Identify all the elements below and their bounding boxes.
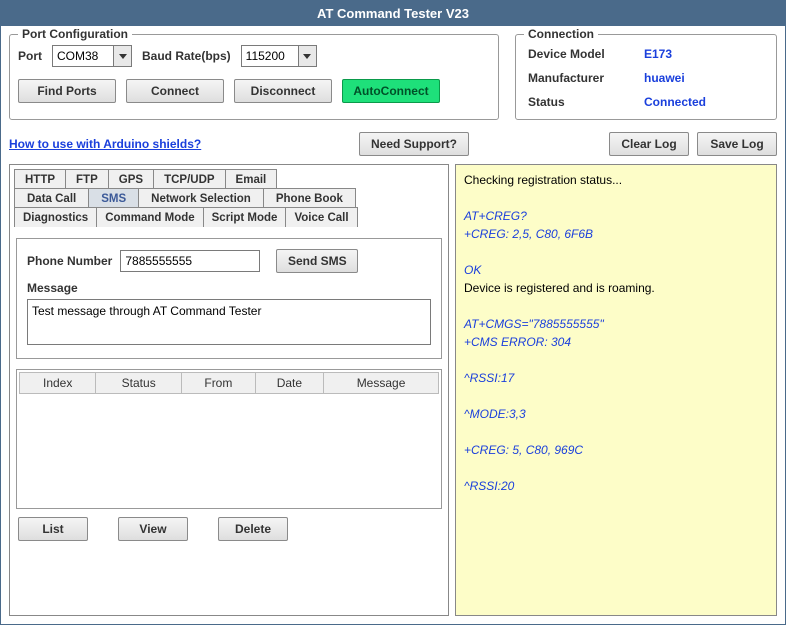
- connection-fieldset: Connection Device Model E173 Manufacture…: [515, 34, 777, 120]
- top-section: Port Configuration Port Baud Rate(bps) F…: [1, 26, 785, 128]
- tab-sms[interactable]: SMS: [88, 188, 139, 208]
- manufacturer-label: Manufacturer: [528, 71, 638, 85]
- log-line: AT+CMGS="7885555555": [464, 315, 768, 333]
- log-line: ^RSSI:17: [464, 369, 768, 387]
- sms-form: Phone Number Send SMS Message: [16, 238, 442, 359]
- message-label: Message: [27, 281, 431, 295]
- link-bar: How to use with Arduino shields? Need Su…: [1, 128, 785, 164]
- disconnect-button[interactable]: Disconnect: [234, 79, 332, 103]
- log-line: ^MODE:3,3: [464, 405, 768, 423]
- app-window: AT Command Tester V23 Port Configuration…: [0, 0, 786, 625]
- view-button[interactable]: View: [118, 517, 188, 541]
- connect-button[interactable]: Connect: [126, 79, 224, 103]
- tab-script-mode[interactable]: Script Mode: [203, 207, 287, 227]
- clear-log-button[interactable]: Clear Log: [609, 132, 689, 156]
- port-btn-row: Find Ports Connect Disconnect AutoConnec…: [18, 79, 490, 103]
- autoconnect-button[interactable]: AutoConnect: [342, 79, 440, 103]
- device-model-label: Device Model: [528, 47, 638, 61]
- tab-network-selection[interactable]: Network Selection: [138, 188, 264, 208]
- baud-select[interactable]: [241, 45, 317, 67]
- title-bar: AT Command Tester V23: [1, 1, 785, 26]
- phone-input[interactable]: [120, 250, 260, 272]
- tab-email[interactable]: Email: [225, 169, 278, 189]
- log-line: [464, 189, 768, 207]
- log-line: Checking registration status...: [464, 171, 768, 189]
- port-select[interactable]: [52, 45, 132, 67]
- baud-label: Baud Rate(bps): [142, 49, 231, 63]
- main-section: HTTPFTPGPSTCP/UDPEmail Data CallSMSNetwo…: [1, 164, 785, 624]
- baud-dropdown-arrow[interactable]: [299, 45, 317, 67]
- tab-phone-book[interactable]: Phone Book: [263, 188, 356, 208]
- phone-label: Phone Number: [27, 254, 112, 268]
- log-line: Device is registered and is roaming.: [464, 279, 768, 297]
- device-model-value: E173: [644, 47, 764, 61]
- log-line: +CMS ERROR: 304: [464, 333, 768, 351]
- port-row: Port Baud Rate(bps): [18, 45, 490, 67]
- baud-input[interactable]: [241, 45, 299, 67]
- port-input[interactable]: [52, 45, 114, 67]
- need-support-button[interactable]: Need Support?: [359, 132, 469, 156]
- arduino-shields-link[interactable]: How to use with Arduino shields?: [9, 137, 201, 151]
- log-line: OK: [464, 261, 768, 279]
- connection-grid: Device Model E173 Manufacturer huawei St…: [524, 45, 768, 111]
- log-line: [464, 351, 768, 369]
- tab-tcp-udp[interactable]: TCP/UDP: [153, 169, 225, 189]
- list-button[interactable]: List: [18, 517, 88, 541]
- port-config-fieldset: Port Configuration Port Baud Rate(bps) F…: [9, 34, 499, 120]
- delete-button[interactable]: Delete: [218, 517, 288, 541]
- manufacturer-value: huawei: [644, 71, 764, 85]
- sms-table-wrap: IndexStatusFromDateMessage: [16, 369, 442, 509]
- log-line: ^RSSI:20: [464, 477, 768, 495]
- tab-row-2: Data CallSMSNetwork SelectionPhone Book: [14, 188, 444, 208]
- port-dropdown-arrow[interactable]: [114, 45, 132, 67]
- log-line: [464, 423, 768, 441]
- find-ports-button[interactable]: Find Ports: [18, 79, 116, 103]
- log-line: [464, 459, 768, 477]
- status-label: Status: [528, 95, 638, 109]
- log-panel: Checking registration status... AT+CREG?…: [455, 164, 777, 616]
- tab-data-call[interactable]: Data Call: [14, 188, 89, 208]
- sms-col-index[interactable]: Index: [20, 373, 96, 394]
- tab-row-1: HTTPFTPGPSTCP/UDPEmail: [14, 169, 444, 189]
- log-line: +CREG: 5, C80, 969C: [464, 441, 768, 459]
- left-panel: HTTPFTPGPSTCP/UDPEmail Data CallSMSNetwo…: [9, 164, 449, 616]
- port-config-legend: Port Configuration: [18, 27, 132, 41]
- tab-gps[interactable]: GPS: [108, 169, 154, 189]
- tab-command-mode[interactable]: Command Mode: [96, 207, 203, 227]
- phone-row: Phone Number Send SMS: [27, 249, 431, 273]
- tab-diagnostics[interactable]: Diagnostics: [14, 207, 97, 227]
- message-textarea[interactable]: [27, 299, 431, 345]
- sms-col-status[interactable]: Status: [96, 373, 182, 394]
- log-line: [464, 243, 768, 261]
- log-line: AT+CREG?: [464, 207, 768, 225]
- status-value: Connected: [644, 95, 764, 109]
- sms-col-date[interactable]: Date: [255, 373, 323, 394]
- tab-ftp[interactable]: FTP: [65, 169, 109, 189]
- log-btns: Clear Log Save Log: [609, 132, 777, 156]
- sms-table: IndexStatusFromDateMessage: [19, 372, 439, 394]
- connection-legend: Connection: [524, 27, 598, 41]
- save-log-button[interactable]: Save Log: [697, 132, 777, 156]
- port-label: Port: [18, 49, 42, 63]
- send-sms-button[interactable]: Send SMS: [276, 249, 358, 273]
- tabs-stack: HTTPFTPGPSTCP/UDPEmail Data CallSMSNetwo…: [14, 169, 444, 226]
- sms-col-message[interactable]: Message: [324, 373, 439, 394]
- log-line: [464, 387, 768, 405]
- log-line: +CREG: 2,5, C80, 6F6B: [464, 225, 768, 243]
- tab-http[interactable]: HTTP: [14, 169, 66, 189]
- sms-bottom-btns: List View Delete: [14, 509, 444, 541]
- sms-col-from[interactable]: From: [182, 373, 256, 394]
- log-line: [464, 297, 768, 315]
- tab-voice-call[interactable]: Voice Call: [285, 207, 357, 227]
- tab-row-3: DiagnosticsCommand ModeScript ModeVoice …: [14, 207, 444, 227]
